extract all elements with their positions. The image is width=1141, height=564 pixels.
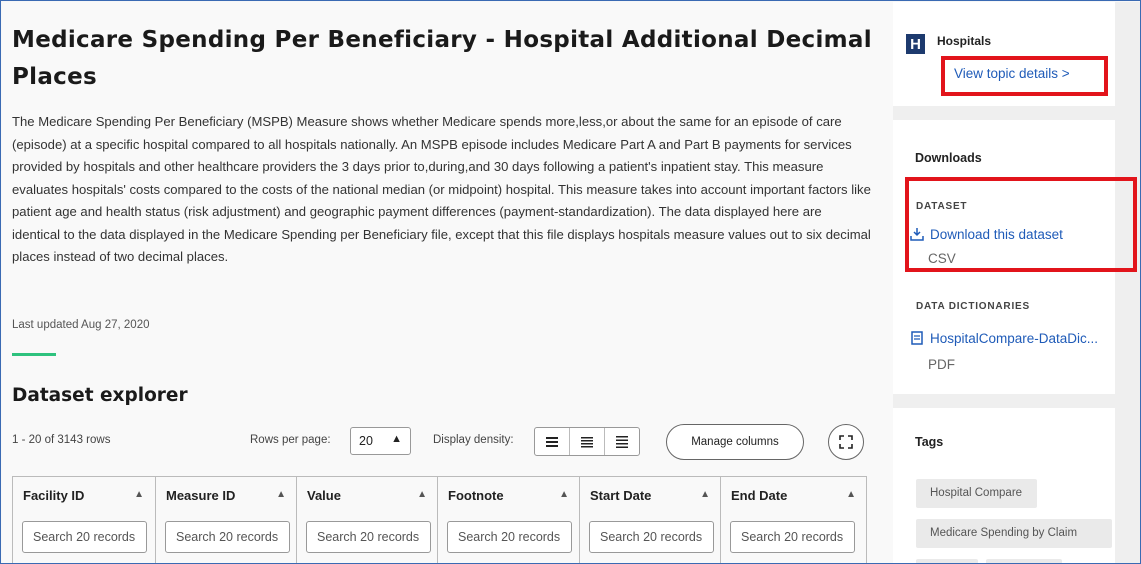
topic-name: Hospitals xyxy=(937,34,992,48)
manage-columns-button[interactable]: Manage columns xyxy=(666,424,804,460)
column-header-label: Footnote xyxy=(448,488,504,503)
sort-icon[interactable]: ▲︎ xyxy=(417,489,427,500)
column-value: Value ▲︎ Search 20 records xyxy=(296,477,437,563)
sort-icon[interactable]: ▲︎ xyxy=(846,489,856,500)
sort-icon[interactable]: ▲︎ xyxy=(276,489,286,500)
row-count: 1 - 20 of 3143 rows xyxy=(12,434,111,446)
data-table: Facility ID ▲︎ Search 20 records Measure … xyxy=(12,476,867,563)
data-dictionary-link[interactable]: HospitalCompare-DataDic... xyxy=(910,331,1098,348)
rows-per-page-label: Rows per page: xyxy=(250,434,331,446)
density-expanded-button[interactable] xyxy=(605,428,639,455)
sidebar: H Hospitals View topic details > Downloa… xyxy=(893,2,1140,563)
dataset-label: DATASET xyxy=(916,201,968,212)
column-header-label: End Date xyxy=(731,488,788,503)
column-header[interactable]: Footnote ▲︎ xyxy=(438,477,579,518)
last-updated: Last updated Aug 27, 2020 xyxy=(12,319,150,331)
density-label: Display density: xyxy=(433,434,514,446)
rows-per-page-value: 20 xyxy=(359,434,373,448)
data-dictionary-label: HospitalCompare-DataDic... xyxy=(930,331,1099,346)
downloads-card: Downloads DATASET Download this dataset … xyxy=(893,120,1137,394)
column-header-label: Measure ID xyxy=(166,488,236,503)
column-facility-id: Facility ID ▲︎ Search 20 records xyxy=(12,477,154,563)
density-compact-icon xyxy=(546,436,558,447)
density-expanded-icon xyxy=(616,435,628,448)
document-icon xyxy=(910,331,926,348)
tags-card: Tags Hospital Compare Medicare Spending … xyxy=(893,408,1115,563)
column-measure-id: Measure ID ▲︎ Search 20 records xyxy=(155,477,296,563)
density-normal-icon xyxy=(581,436,593,447)
column-header[interactable]: End Date ▲︎ xyxy=(721,477,866,518)
tags-heading: Tags xyxy=(915,435,944,449)
column-header-label: Facility ID xyxy=(23,488,85,503)
tag-partial[interactable] xyxy=(986,559,1062,563)
column-header[interactable]: Measure ID ▲︎ xyxy=(156,477,296,518)
download-icon xyxy=(910,227,926,244)
column-filter-input[interactable]: Search 20 records xyxy=(730,521,855,553)
topic-card: H Hospitals View topic details > xyxy=(893,2,1115,106)
dataset-format: CSV xyxy=(928,251,956,266)
column-start-date: Start Date ▲︎ Search 20 records xyxy=(579,477,720,563)
page-frame: Medicare Spending Per Beneficiary - Hosp… xyxy=(0,0,1141,564)
explorer-title: Dataset explorer xyxy=(12,385,188,406)
accent-divider xyxy=(12,353,56,356)
data-dictionaries-label: DATA DICTIONARIES xyxy=(916,301,1030,312)
dictionary-format: PDF xyxy=(928,357,955,372)
fullscreen-button[interactable] xyxy=(828,424,864,460)
column-filter-input[interactable]: Search 20 records xyxy=(165,521,290,553)
highlight-box xyxy=(941,56,1108,96)
rows-per-page-select[interactable]: 20 ▲ xyxy=(350,427,411,455)
download-dataset-label: Download this dataset xyxy=(930,227,1063,242)
column-filter-input[interactable]: Search 20 records xyxy=(22,521,147,553)
fullscreen-icon xyxy=(839,435,853,449)
sort-updown-icon: ▲ xyxy=(391,433,402,445)
column-filter-input[interactable]: Search 20 records xyxy=(306,521,431,553)
hospital-logo-icon: H xyxy=(906,34,925,54)
column-filter-input[interactable]: Search 20 records xyxy=(447,521,572,553)
tag-partial[interactable] xyxy=(916,559,978,563)
tag-medicare-spending-by-claim[interactable]: Medicare Spending by Claim xyxy=(916,519,1112,548)
tag-hospital-compare[interactable]: Hospital Compare xyxy=(916,479,1037,508)
dataset-description: The Medicare Spending Per Beneficiary (M… xyxy=(12,114,871,264)
sort-icon[interactable]: ▲︎ xyxy=(134,489,144,500)
sort-icon[interactable]: ▲︎ xyxy=(700,489,710,500)
density-toggle xyxy=(534,427,640,456)
main-content: Medicare Spending Per Beneficiary - Hosp… xyxy=(2,2,893,563)
column-header[interactable]: Start Date ▲︎ xyxy=(580,477,720,518)
column-header[interactable]: Facility ID ▲︎ xyxy=(13,477,154,518)
column-header[interactable]: Value ▲︎ xyxy=(297,477,437,518)
density-normal-button[interactable] xyxy=(570,428,605,455)
column-filter-input[interactable]: Search 20 records xyxy=(589,521,714,553)
column-header-label: Value xyxy=(307,488,341,503)
column-header-label: Start Date xyxy=(590,488,652,503)
column-end-date: End Date ▲︎ Search 20 records xyxy=(720,477,867,563)
downloads-heading: Downloads xyxy=(915,151,982,165)
page-title: Medicare Spending Per Beneficiary - Hosp… xyxy=(12,27,872,90)
density-compact-button[interactable] xyxy=(535,428,570,455)
sort-icon[interactable]: ▲︎ xyxy=(559,489,569,500)
download-dataset-link[interactable]: Download this dataset xyxy=(910,227,1063,244)
column-footnote: Footnote ▲︎ Search 20 records xyxy=(437,477,579,563)
